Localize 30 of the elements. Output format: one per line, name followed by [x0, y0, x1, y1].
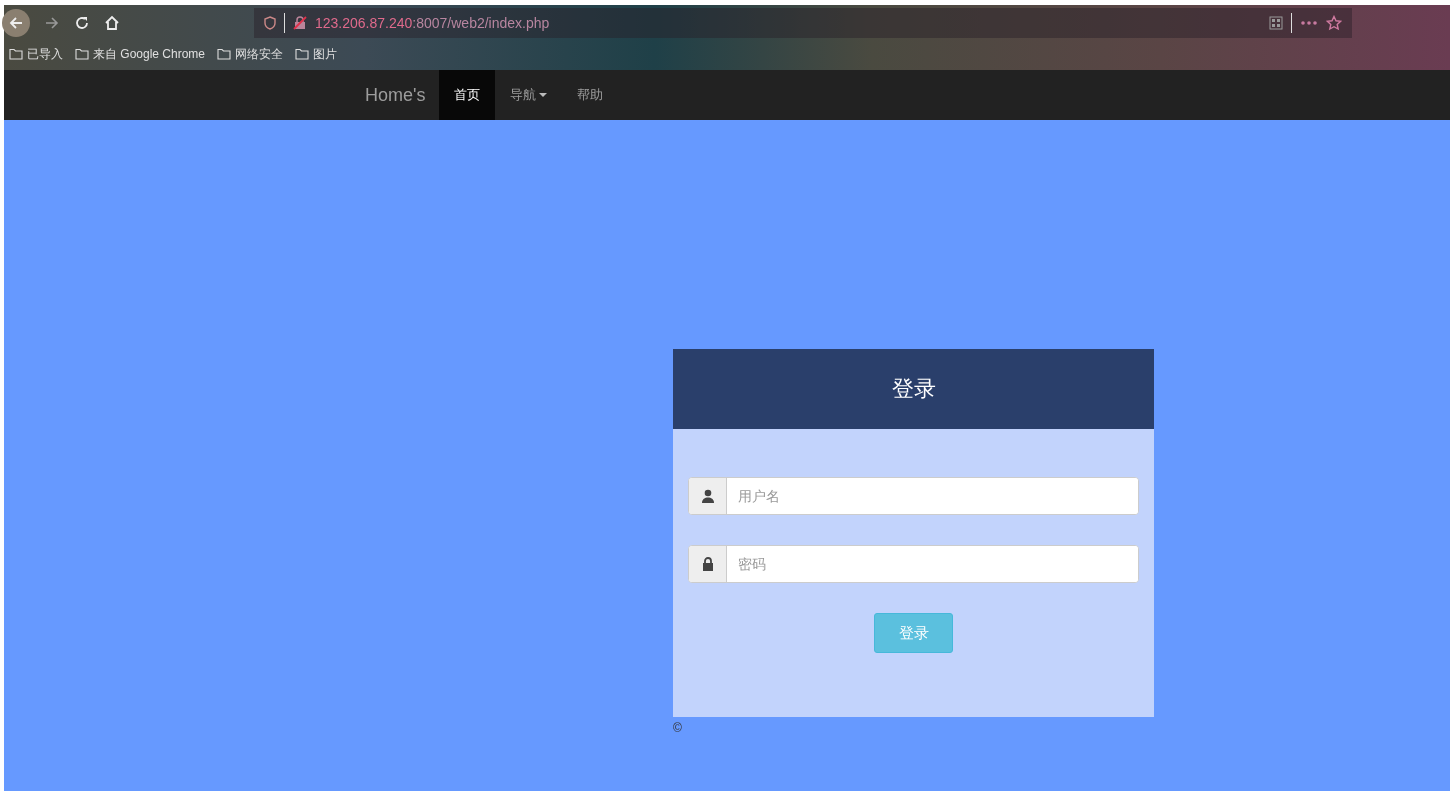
back-button[interactable]	[2, 9, 30, 37]
qr-code-icon[interactable]	[1269, 16, 1283, 30]
input-field[interactable]: 用户名	[688, 477, 1139, 515]
input-field[interactable]: 密码	[688, 545, 1139, 583]
address-bar[interactable]: 123.206.87.240:8007/web2/index.php	[254, 8, 1352, 38]
folder-icon	[217, 48, 232, 60]
site-brand[interactable]: Home's	[357, 70, 440, 120]
url-text: 123.206.87.240:8007/web2/index.php	[315, 15, 550, 31]
more-icon[interactable]	[1300, 20, 1318, 26]
nav-link[interactable]: 导航	[495, 70, 563, 120]
nav-link[interactable]: 帮助	[562, 70, 619, 120]
forward-button[interactable]	[44, 15, 60, 31]
shield-icon	[264, 16, 276, 30]
copyright-text: ©	[673, 721, 683, 735]
folder-icon	[295, 48, 310, 60]
insecure-lock-icon	[293, 16, 307, 30]
star-icon[interactable]	[1326, 15, 1342, 31]
folder-icon	[75, 48, 89, 60]
home-button[interactable]	[104, 15, 120, 31]
user-icon	[700, 489, 715, 503]
bookmark-item[interactable]: 已导入	[9, 45, 63, 63]
back-arrow-icon	[8, 15, 24, 31]
bookmark-item[interactable]: 网络安全	[217, 45, 284, 63]
reload-button[interactable]	[74, 15, 90, 31]
folder-icon	[9, 48, 23, 60]
lock-icon	[701, 557, 714, 571]
bookmark-item[interactable]: 来自 Google Chrome	[75, 45, 206, 63]
nav-link[interactable]: 首页	[439, 70, 496, 120]
bookmark-item[interactable]: 图片	[295, 45, 338, 63]
login-title: 登录	[673, 349, 1154, 429]
